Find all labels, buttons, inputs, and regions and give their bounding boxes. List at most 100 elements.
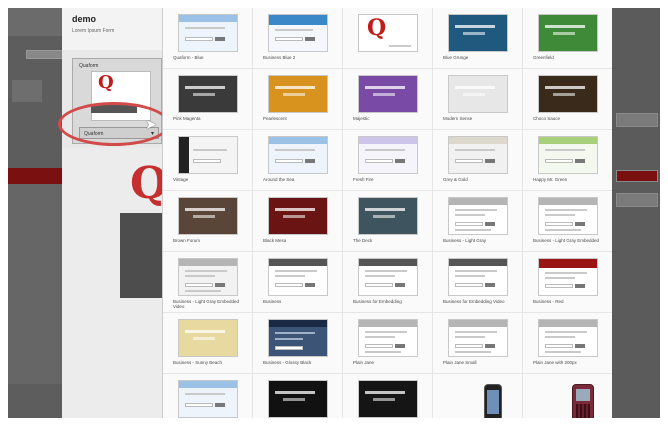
theme-thumbnail <box>538 380 598 418</box>
mouse-cursor-icon: ➤ <box>145 116 157 132</box>
theme-thumbnail <box>448 75 508 113</box>
editor-header: demo Lorem Ipsum Form <box>62 8 162 50</box>
background-button <box>26 50 66 59</box>
theme-tile[interactable]: Business - Light Gray Embedded <box>523 191 612 252</box>
background-right-red <box>616 170 658 182</box>
theme-thumbnail <box>448 319 508 357</box>
theme-label: Business for Embedding <box>353 299 402 304</box>
theme-tile[interactable]: Blue Grunge <box>433 8 523 69</box>
background-right-button-1 <box>616 113 658 127</box>
theme-thumbnail <box>268 380 328 418</box>
theme-box-label: Quaform <box>79 63 99 69</box>
theme-thumbnail <box>358 258 418 296</box>
theme-tile[interactable]: Business for Embedding <box>343 252 433 313</box>
theme-thumbnail <box>538 258 598 296</box>
theme-tile[interactable]: Pearlescent <box>253 69 343 130</box>
theme-thumbnail <box>538 319 598 357</box>
theme-label: Fresh Fire <box>353 177 374 182</box>
theme-thumbnail <box>358 136 418 174</box>
theme-label: Pearlescent <box>263 116 287 121</box>
theme-tile[interactable]: Vintage <box>163 130 253 191</box>
theme-tile[interactable]: Grey & Gold <box>433 130 523 191</box>
theme-label: Business - Light Gray Embedded Video <box>173 299 240 309</box>
theme-thumbnail <box>268 136 328 174</box>
theme-tile[interactable]: Business for Embedding Video <box>433 252 523 313</box>
form-subtitle: Lorem Ipsum Form <box>72 28 115 34</box>
theme-tile[interactable]: Plain Jane <box>343 313 433 374</box>
theme-thumbnail <box>448 14 508 52</box>
theme-thumbnail <box>268 75 328 113</box>
theme-label: Choco Sauce <box>533 116 561 121</box>
theme-tile[interactable]: Pink Magenta <box>163 69 253 130</box>
theme-tile[interactable]: Fresh Fire <box>343 130 433 191</box>
theme-tile[interactable]: Modern Sense <box>433 69 523 130</box>
theme-tile[interactable]: Business - Red <box>523 252 612 313</box>
theme-label: Plain Jane <box>353 360 375 365</box>
theme-tile[interactable]: Business - Sunny Beach <box>163 313 253 374</box>
theme-thumbnail <box>178 319 238 357</box>
theme-label: Around the Sea <box>263 177 295 182</box>
theme-thumbnail: Q <box>358 14 418 52</box>
theme-label: Business - Light Gray Embedded <box>533 238 600 243</box>
preview-card <box>120 213 162 298</box>
theme-tile[interactable]: Business - Light Gray <box>433 191 523 252</box>
theme-thumbnail <box>358 380 418 418</box>
theme-tile[interactable]: Plain Jane Small <box>433 313 523 374</box>
theme-label: Modern Sense <box>443 116 473 121</box>
theme-label: Business Blue 2 <box>263 55 296 60</box>
theme-tile[interactable]: Business Blue 2 <box>253 8 343 69</box>
theme-thumbnail <box>448 136 508 174</box>
theme-thumbnail <box>538 136 598 174</box>
theme-tile[interactable]: Shadow Glossy Black <box>253 374 343 418</box>
theme-tile[interactable]: Business - Glossy Black <box>253 313 343 374</box>
theme-label: Business - Light Gray <box>443 238 487 243</box>
theme-label: Business <box>263 299 282 304</box>
theme-thumbnail <box>178 136 238 174</box>
theme-thumbnail <box>358 75 418 113</box>
form-title: demo <box>72 14 97 24</box>
theme-tile[interactable]: Happy Mr. Green <box>523 130 612 191</box>
theme-tile[interactable]: Around the Sea <box>253 130 343 191</box>
theme-tile[interactable]: Choco Sauce <box>523 69 612 130</box>
background-icon <box>12 80 42 102</box>
theme-thumbnail <box>268 14 328 52</box>
quaform-logo-icon: Q <box>98 72 114 93</box>
blackberry-icon <box>572 384 594 418</box>
theme-tile[interactable]: iPhone <box>433 374 523 418</box>
theme-tile[interactable]: The Deck <box>343 191 433 252</box>
theme-label: Blue Grunge <box>443 55 469 60</box>
theme-label: Black Mesa <box>263 238 287 243</box>
theme-label: Grey & Gold <box>443 177 468 182</box>
theme-thumbnail <box>538 197 598 235</box>
theme-tile[interactable]: Q <box>343 8 433 69</box>
theme-tile[interactable]: Greenfield <box>523 8 612 69</box>
theme-thumbnail <box>178 258 238 296</box>
theme-tile[interactable]: Quaform - Blue <box>163 8 253 69</box>
theme-thumbnail <box>268 258 328 296</box>
quaform-logo-icon: Q <box>367 15 387 41</box>
theme-label: Business - Sunny Beach <box>173 360 223 365</box>
theme-thumbnail <box>448 380 508 418</box>
theme-tile[interactable]: Plain Jane with 200px <box>523 313 612 374</box>
theme-thumbnail <box>268 319 328 357</box>
theme-thumbnail <box>538 75 598 113</box>
theme-thumbnail <box>358 197 418 235</box>
theme-thumbnail <box>448 197 508 235</box>
theme-thumbnail <box>178 380 238 418</box>
theme-thumbnail <box>448 258 508 296</box>
background-left-panel <box>8 184 63 384</box>
theme-tile[interactable]: Black Mesa <box>253 191 343 252</box>
theme-tile[interactable]: Business <box>253 252 343 313</box>
theme-tile[interactable]: Business - Light Gray Embedded Video <box>163 252 253 313</box>
theme-label: Brown Forum <box>173 238 201 243</box>
theme-tile[interactable]: Shadow Glossy Black Small <box>343 374 433 418</box>
screenshot-frame: demo Lorem Ipsum Form Quaform Q Quaform … <box>0 0 668 425</box>
theme-label: Happy Mr. Green <box>533 177 568 182</box>
iphone-icon <box>484 384 502 418</box>
theme-tile[interactable]: Blackberry <box>523 374 612 418</box>
theme-tile[interactable]: Sky Blue <box>163 374 253 418</box>
theme-tile[interactable]: Majestic <box>343 69 433 130</box>
theme-tile[interactable]: Brown Forum <box>163 191 253 252</box>
theme-label: Business - Glossy Black <box>263 360 312 365</box>
theme-grid: Quaform - Blue Business Blue 2 Q Blue Grung… <box>163 8 612 418</box>
